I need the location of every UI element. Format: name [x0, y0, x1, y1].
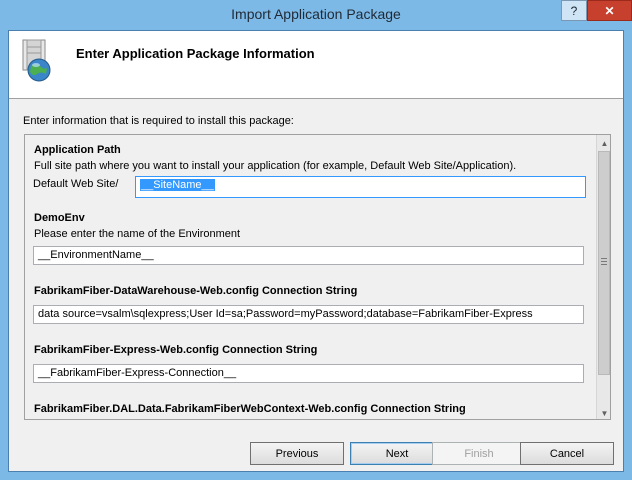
cancel-button[interactable]: Cancel — [520, 442, 614, 465]
parameters-list: Application Path Full site path where yo… — [25, 135, 595, 419]
intro-text: Enter information that is required to in… — [23, 115, 294, 127]
warehouse-conn-title: FabrikamFiber-DataWarehouse-Web.config C… — [34, 285, 358, 297]
environment-name-input[interactable]: __EnvironmentName__ — [33, 246, 584, 265]
help-button[interactable]: ? — [561, 0, 587, 21]
app-path-input[interactable]: __SiteName__ — [135, 176, 586, 198]
vertical-scrollbar[interactable]: ▲ ▼ — [596, 135, 610, 419]
package-globe-icon — [22, 39, 51, 82]
express-conn-input[interactable]: __FabrikamFiber-Express-Connection__ — [33, 364, 584, 383]
scroll-down-icon[interactable]: ▼ — [597, 405, 610, 419]
app-path-value: __SiteName__ — [140, 179, 215, 191]
scroll-thumb[interactable] — [598, 151, 610, 375]
warehouse-conn-input[interactable]: data source=vsalm\sqlexpress;User Id=sa;… — [33, 305, 584, 324]
header-title: Enter Application Package Information — [76, 46, 315, 61]
express-conn-title: FabrikamFiber-Express-Web.config Connect… — [34, 344, 318, 356]
next-button[interactable]: Next — [350, 442, 444, 465]
title-bar[interactable]: Import Application Package ? ✕ — [0, 0, 632, 30]
parameters-panel: Application Path Full site path where yo… — [24, 134, 611, 420]
app-path-description: Full site path where you want to install… — [34, 160, 517, 172]
demo-env-description: Please enter the name of the Environment — [34, 228, 241, 240]
demo-env-title: DemoEnv — [34, 212, 85, 224]
dal-conn-title: FabrikamFiber.DAL.Data.FabrikamFiberWebC… — [34, 403, 466, 415]
finish-button[interactable]: Finish — [432, 442, 526, 465]
scroll-up-icon[interactable]: ▲ — [597, 135, 610, 151]
previous-button[interactable]: Previous — [250, 442, 344, 465]
app-path-title: Application Path — [34, 144, 121, 156]
dialog-client: Enter Application Package Information En… — [8, 30, 624, 472]
app-path-prefix: Default Web Site/ — [33, 178, 119, 190]
close-button[interactable]: ✕ — [587, 0, 632, 21]
dialog-window: Import Application Package ? ✕ Enter App… — [0, 0, 632, 480]
grip-icon — [601, 258, 607, 266]
wizard-header: Enter Application Package Information — [9, 31, 623, 99]
window-title: Import Application Package — [231, 6, 401, 22]
